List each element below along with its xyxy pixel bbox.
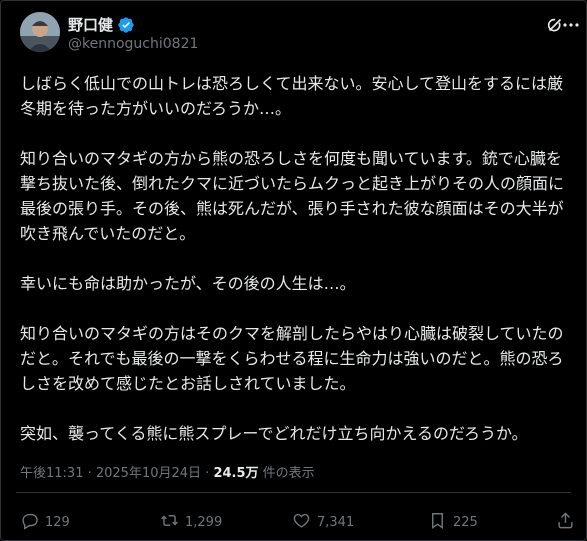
avatar[interactable] bbox=[20, 12, 60, 52]
bookmark-icon bbox=[428, 511, 447, 534]
repost-button[interactable]: 1,299 bbox=[160, 511, 222, 534]
more-icon[interactable] bbox=[562, 16, 580, 34]
post-text: しばらく低山での山トレは恐ろしくて出来ない。安心して登山をするには厳冬期を待った… bbox=[20, 71, 568, 446]
post-paragraph: しばらく低山での山トレは恐ろしくて出来ない。安心して登山をするには厳冬期を待った… bbox=[20, 74, 564, 118]
repost-icon bbox=[160, 511, 179, 534]
verified-badge-icon bbox=[117, 16, 135, 34]
post-header: 野口健 @kennoguchi0821 bbox=[20, 12, 579, 60]
reply-button[interactable]: 129 bbox=[20, 511, 70, 534]
repost-count: 1,299 bbox=[185, 515, 223, 530]
post-paragraph: 突如、襲ってくる熊に熊スプレーでどれだけ立ち向かえるのだろうか。 bbox=[20, 424, 528, 443]
share-button[interactable] bbox=[556, 511, 575, 534]
bookmark-button[interactable]: 225 bbox=[428, 511, 478, 534]
reply-icon bbox=[20, 511, 39, 534]
share-icon bbox=[556, 511, 575, 534]
bookmark-count: 225 bbox=[453, 515, 478, 530]
view-count: 24.5万 bbox=[213, 466, 259, 481]
author-handle[interactable]: @kennoguchi0821 bbox=[68, 36, 198, 52]
post-metadata: 午後11:31 · 2025年10月24日 · 24.5万 件の表示 bbox=[20, 462, 315, 481]
post-timestamp[interactable]: 午後11:31 · 2025年10月24日 · bbox=[20, 466, 213, 481]
post-paragraph: 知り合いのマタギの方から熊の恐ろしさを何度も聞いています。銃で心臓を撃ち抜いた後… bbox=[20, 149, 565, 243]
like-count: 7,341 bbox=[317, 515, 355, 530]
author-row: 野口健 bbox=[68, 14, 135, 35]
action-bar: 129 1,299 7,341 225 bbox=[20, 511, 580, 533]
like-button[interactable]: 7,341 bbox=[292, 511, 354, 534]
view-count-label: 件の表示 bbox=[258, 466, 315, 481]
divider bbox=[16, 492, 571, 493]
like-icon bbox=[292, 511, 311, 534]
author-display-name[interactable]: 野口健 bbox=[68, 14, 113, 35]
post-paragraph: 知り合いのマタギの方はそのクマを解剖したらやはり心臓は破裂していたのだと。それで… bbox=[20, 324, 564, 393]
reply-count: 129 bbox=[45, 515, 70, 530]
post-paragraph: 幸いにも命は助かったが、その後の人生は…。 bbox=[20, 274, 356, 293]
